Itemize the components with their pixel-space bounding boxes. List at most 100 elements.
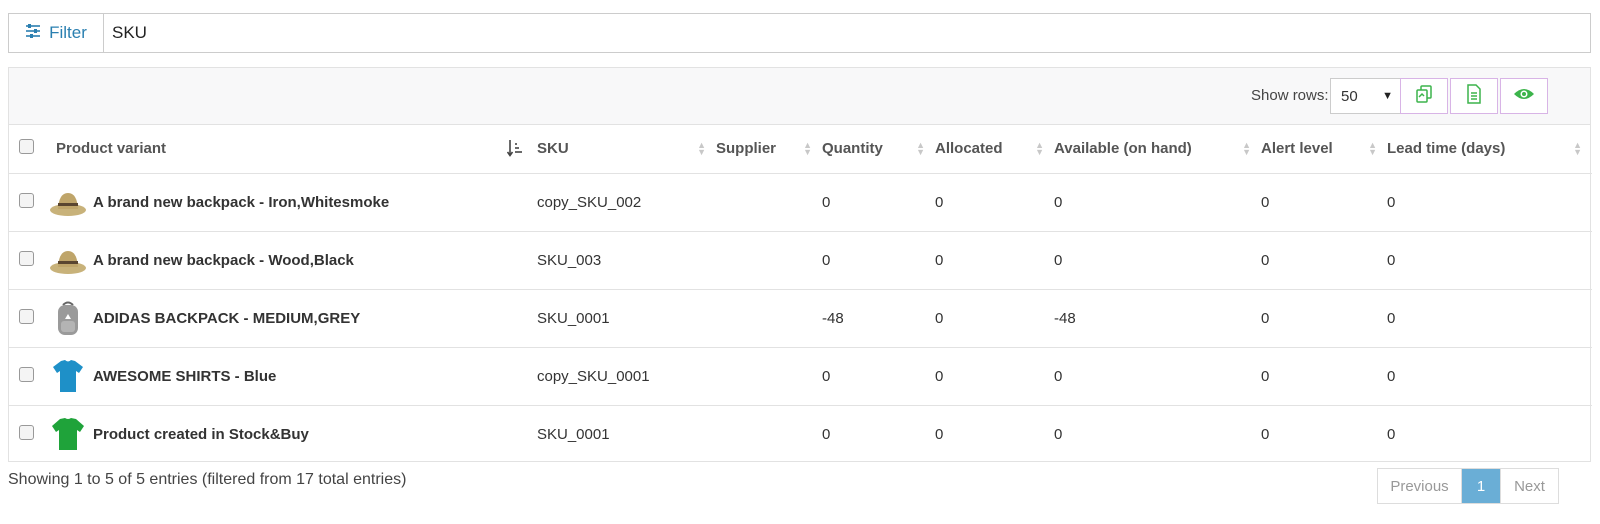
available-cell: 0 — [1054, 231, 1261, 290]
product-name[interactable]: ADIDAS BACKPACK - MEDIUM,GREY — [93, 310, 360, 327]
green-shirt-icon — [49, 415, 87, 453]
show-rows-select[interactable]: 50 ▼ — [1330, 78, 1402, 114]
sort-ascending-icon — [506, 139, 523, 161]
allocated-cell: 0 — [935, 173, 1054, 232]
page-1-button[interactable]: 1 — [1462, 469, 1500, 503]
row-checkbox[interactable] — [19, 366, 34, 382]
col-supplier[interactable]: Supplier ▲ ▼ — [716, 125, 822, 174]
sku-cell: SKU_0001 — [537, 289, 716, 348]
col-sku[interactable]: SKU ▲ ▼ — [537, 125, 716, 174]
col-label: Lead time (days) — [1387, 140, 1506, 158]
table-toolbar: Show rows: 50 ▼ — [9, 68, 1590, 125]
product-name[interactable]: A brand new backpack - Iron,Whitesmoke — [93, 194, 389, 211]
inventory-panel: Show rows: 50 ▼ Product variant SKU ▲ ▼ … — [8, 67, 1592, 463]
blue-shirt-icon — [49, 357, 87, 395]
export-button[interactable] — [1450, 78, 1498, 114]
alert-level-cell: 0 — [1261, 347, 1387, 406]
hat-icon — [49, 183, 87, 221]
table-header-row: Product variant SKU ▲ ▼ Supplier ▲ ▼ Quantit… — [9, 125, 1592, 174]
select-all-checkbox[interactable] — [19, 139, 34, 155]
table-row[interactable]: A brand new backpack - Wood,Black SKU_00… — [9, 231, 1592, 290]
col-allocated[interactable]: Allocated ▲ ▼ — [935, 125, 1054, 174]
supplier-cell — [716, 173, 822, 232]
col-label: Available (on hand) — [1054, 140, 1192, 158]
supplier-cell — [716, 347, 822, 406]
table-row[interactable]: Product created in Stock&Buy SKU_0001 0 … — [9, 405, 1592, 463]
filter-input[interactable] — [104, 14, 1590, 52]
inventory-table: Product variant SKU ▲ ▼ Supplier ▲ ▼ Quantit… — [9, 125, 1592, 463]
quantity-cell: -48 — [822, 289, 935, 348]
row-checkbox[interactable] — [19, 308, 34, 324]
lead-time-cell: 0 — [1387, 231, 1592, 290]
eye-icon — [1513, 87, 1535, 106]
alert-level-cell: 0 — [1261, 173, 1387, 232]
quantity-cell: 0 — [822, 173, 935, 232]
copy-button[interactable] — [1400, 78, 1448, 114]
row-checkbox[interactable] — [19, 192, 34, 208]
alert-level-cell: 0 — [1261, 425, 1270, 443]
allocated-cell: 0 — [935, 425, 944, 443]
col-label: Product variant — [56, 140, 167, 158]
col-label: SKU — [537, 140, 569, 158]
sort-icon: ▲ ▼ — [916, 139, 925, 157]
column-visibility-button[interactable] — [1500, 78, 1548, 114]
table-row[interactable]: A brand new backpack - Iron,Whitesmoke c… — [9, 173, 1592, 232]
select-all-cell — [9, 125, 49, 174]
product-name[interactable]: Product created in Stock&Buy — [93, 426, 309, 443]
available-cell: -48 — [1054, 289, 1261, 348]
available-cell: 0 — [1054, 173, 1261, 232]
allocated-cell: 0 — [935, 347, 1054, 406]
sku-cell: SKU_003 — [537, 231, 716, 290]
previous-page-button[interactable]: Previous — [1378, 469, 1462, 503]
col-label: Alert level — [1261, 140, 1333, 158]
lead-time-cell: 0 — [1387, 347, 1592, 406]
col-label: Quantity — [822, 140, 883, 158]
show-rows-label: Show rows: — [1251, 87, 1329, 104]
row-checkbox[interactable] — [19, 250, 34, 266]
sort-icon: ▲ ▼ — [1368, 139, 1377, 157]
sliders-icon — [25, 23, 41, 43]
sort-icon: ▲ ▼ — [1242, 139, 1251, 157]
hat-icon — [49, 241, 87, 279]
supplier-cell — [716, 289, 822, 348]
filter-label: Filter — [49, 23, 87, 42]
col-lead-time[interactable]: Lead time (days) ▲ ▼ — [1387, 125, 1592, 174]
entries-info: Showing 1 to 5 of 5 entries (filtered fr… — [8, 471, 407, 488]
caret-down-icon: ▼ — [1382, 90, 1393, 102]
document-icon — [1465, 83, 1483, 109]
copy-icon — [1414, 84, 1434, 109]
sort-icon: ▲ ▼ — [1573, 139, 1582, 157]
backpack-icon — [49, 299, 87, 337]
product-name[interactable]: A brand new backpack - Wood,Black — [93, 252, 354, 269]
lead-time-cell: 0 — [1387, 173, 1592, 232]
table-row[interactable]: ADIDAS BACKPACK - MEDIUM,GREY SKU_0001 -… — [9, 289, 1592, 348]
allocated-cell: 0 — [935, 289, 1054, 348]
product-name[interactable]: AWESOME SHIRTS - Blue — [93, 368, 276, 385]
allocated-cell: 0 — [935, 231, 1054, 290]
supplier-cell — [716, 405, 822, 463]
pagination: Previous 1 Next — [1377, 468, 1559, 504]
quantity-cell: 0 — [822, 231, 935, 290]
table-row[interactable]: AWESOME SHIRTS - Blue copy_SKU_0001 0 0 … — [9, 347, 1592, 406]
filter-bar: Filter — [8, 13, 1591, 53]
alert-level-cell: 0 — [1261, 289, 1387, 348]
supplier-cell — [716, 231, 822, 290]
col-alert-level[interactable]: Alert level ▲ ▼ — [1261, 125, 1387, 174]
sku-cell: copy_SKU_0001 — [537, 347, 716, 406]
lead-time-cell: 0 — [1387, 425, 1396, 443]
available-cell: 0 — [1054, 425, 1063, 443]
col-product-variant[interactable]: Product variant — [49, 125, 537, 174]
lead-time-cell: 0 — [1387, 289, 1592, 348]
next-page-button[interactable]: Next — [1500, 469, 1558, 503]
col-available[interactable]: Available (on hand) ▲ ▼ — [1054, 125, 1261, 174]
col-quantity[interactable]: Quantity ▲ ▼ — [822, 125, 935, 174]
show-rows-value: 50 — [1341, 87, 1358, 105]
filter-button[interactable]: Filter — [9, 14, 104, 52]
quantity-cell: 0 — [822, 347, 935, 406]
sort-icon: ▲ ▼ — [697, 139, 706, 157]
col-label: Supplier — [716, 140, 777, 158]
available-cell: 0 — [1054, 347, 1261, 406]
sku-cell: copy_SKU_002 — [537, 173, 716, 232]
quantity-cell: 0 — [822, 425, 831, 443]
row-checkbox[interactable] — [19, 424, 34, 440]
